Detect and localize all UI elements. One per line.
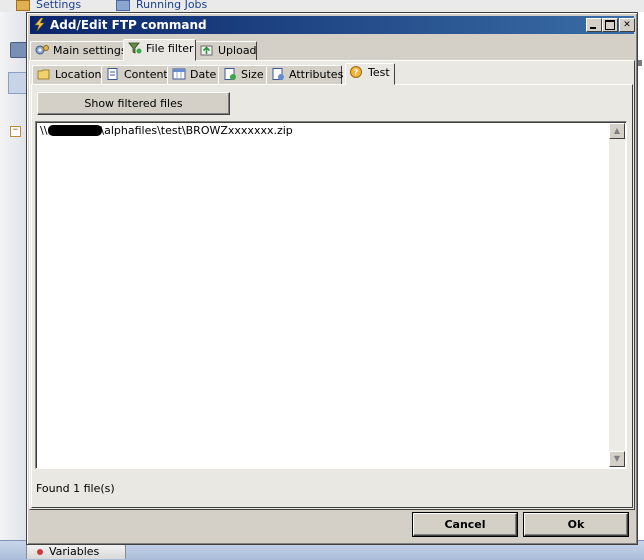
attributes-icon — [272, 68, 284, 80]
collapse-icon[interactable]: − — [10, 126, 21, 137]
background-tab-running-jobs[interactable]: Running Jobs — [116, 0, 207, 12]
minimize-button[interactable] — [586, 18, 602, 32]
tab-main-settings[interactable]: Main settings — [30, 41, 127, 61]
size-icon — [224, 68, 236, 80]
list-item[interactable]: \\ \alphafiles\test\BROWZxxxxxxx.zip — [40, 124, 293, 138]
redacted-host — [48, 125, 103, 136]
edit-icon[interactable] — [8, 72, 28, 94]
variables-tab[interactable]: Variables — [26, 544, 126, 559]
status-text: Found 1 file(s) — [36, 482, 115, 495]
tab-label: Size — [241, 68, 264, 81]
tab-label: Content — [124, 68, 168, 81]
tab-location[interactable]: Location — [32, 65, 102, 85]
background-toolbar: Settings Running Jobs — [0, 0, 644, 12]
tab-label: Test — [368, 66, 390, 79]
scroll-up-button[interactable]: ▲ — [609, 123, 625, 139]
help-icon: ? — [350, 66, 362, 78]
document-icon — [107, 68, 118, 80]
tab-label: Upload — [218, 44, 257, 57]
maximize-button[interactable] — [602, 18, 618, 32]
tab-file-filter[interactable]: File filter — [123, 39, 196, 61]
scroll-down-button[interactable]: ▼ — [609, 451, 625, 467]
tab-label: Date — [190, 68, 217, 81]
tab-label: Attributes — [289, 68, 344, 81]
background-tab-label: Settings — [36, 0, 82, 11]
show-filtered-files-button[interactable]: Show filtered files — [37, 92, 230, 115]
dialog-title: Add/Edit FTP command — [50, 18, 207, 32]
tab-label: Location — [55, 68, 102, 81]
tab-test[interactable]: ? Test — [345, 63, 395, 85]
path-suffix: \alphafiles\test\BROWZxxxxxxx.zip — [100, 124, 293, 137]
running-jobs-icon — [116, 0, 130, 11]
background-left-panel: − — [0, 12, 28, 559]
ok-button[interactable]: Ok — [524, 513, 628, 536]
tab-date[interactable]: Date — [167, 65, 219, 85]
folder-icon — [37, 69, 50, 80]
tab-label: File filter — [146, 42, 194, 55]
ftp-command-dialog: Add/Edit FTP command Main settings File … — [26, 12, 638, 545]
tab-label: Main settings — [53, 44, 127, 57]
close-button[interactable] — [619, 18, 635, 32]
upload-icon — [200, 45, 213, 56]
results-list[interactable]: \\ \alphafiles\test\BROWZxxxxxxx.zip ▲ ▼ — [35, 121, 627, 469]
background-tab-label: Running Jobs — [136, 0, 208, 11]
variables-icon — [37, 549, 43, 555]
background-tab-settings[interactable]: Settings — [16, 0, 81, 12]
dialog-titlebar[interactable]: Add/Edit FTP command — [30, 16, 635, 34]
calendar-icon — [172, 68, 186, 80]
vertical-scrollbar[interactable]: ▲ ▼ — [609, 123, 625, 467]
tab-upload[interactable]: Upload — [195, 41, 257, 61]
filter-icon — [128, 42, 142, 54]
tab-size[interactable]: Size — [218, 65, 267, 85]
svg-text:?: ? — [354, 68, 359, 77]
settings-icon — [16, 0, 30, 11]
lightning-icon — [34, 18, 45, 31]
variables-tab-label: Variables — [49, 545, 100, 558]
tab-content[interactable]: Content — [101, 65, 168, 85]
tab-attributes[interactable]: Attributes — [266, 65, 344, 85]
gears-icon — [35, 45, 49, 55]
path-prefix: \\ — [40, 124, 48, 137]
cancel-button[interactable]: Cancel — [413, 513, 517, 536]
